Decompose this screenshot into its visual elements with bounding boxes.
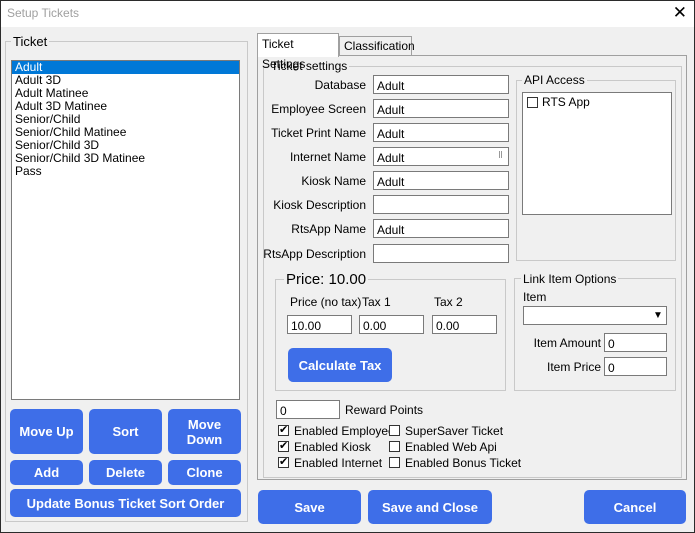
employee-screen-label: Employee Screen [271, 102, 366, 116]
move-down-label-line2: Down [186, 431, 223, 447]
move-up-button[interactable]: Move Up [10, 409, 83, 454]
calculate-tax-button[interactable]: Calculate Tax [288, 348, 392, 382]
database-label: Database [314, 78, 366, 92]
rts-app-label: RTS App [542, 95, 590, 109]
enabled-employee-checkbox[interactable]: ✔ [278, 425, 289, 436]
item-label: Item [523, 290, 547, 304]
tab-classification-label: Classification [344, 39, 415, 53]
save-label: Save [294, 499, 325, 515]
enabled-web-api-checkbox[interactable] [389, 441, 400, 452]
item-price-label: Item Price [546, 360, 601, 374]
tax2-field[interactable]: 0.00 [432, 315, 497, 334]
reward-points-field[interactable]: 0 [276, 400, 340, 419]
price-no-tax-field[interactable]: 10.00 [287, 315, 352, 334]
kiosk-description-label: Kiosk Description [273, 198, 366, 212]
price-no-tax-label: Price (no tax) [290, 295, 362, 309]
sort-button[interactable]: Sort [89, 409, 162, 454]
enabled-web-api-label: Enabled Web Api [405, 440, 497, 454]
link-item-label: Link Item Options [521, 272, 619, 286]
api-access-label: API Access [522, 73, 587, 87]
move-down-button[interactable]: Move Down [168, 409, 241, 454]
close-icon[interactable]: ✕ [673, 4, 687, 22]
save-and-close-label: Save and Close [381, 499, 479, 515]
item-select[interactable]: ▼ [523, 306, 667, 325]
save-and-close-button[interactable]: Save and Close [368, 490, 492, 524]
delete-button[interactable]: Delete [89, 460, 162, 485]
rtsapp-description-field[interactable] [373, 244, 509, 263]
cancel-button[interactable]: Cancel [584, 490, 686, 524]
chevron-down-icon[interactable]: ▼ [651, 308, 665, 324]
tab-ticket-settings[interactable]: Ticket Settings [257, 33, 339, 71]
enabled-kiosk-label: Enabled Kiosk [294, 440, 371, 454]
move-up-label: Move Up [19, 424, 74, 439]
supersaver-label: SuperSaver Ticket [405, 424, 504, 438]
tax1-label: Tax 1 [362, 295, 391, 309]
enabled-internet-checkbox[interactable]: ✔ [278, 457, 289, 468]
enabled-employee-label: Enabled Employee [294, 424, 395, 438]
rts-app-checkbox[interactable] [527, 97, 538, 108]
save-button[interactable]: Save [258, 490, 361, 524]
update-bonus-sort-button[interactable]: Update Bonus Ticket Sort Order [10, 489, 241, 517]
list-item[interactable]: Senior/Child 3D Matinee [12, 152, 239, 165]
supersaver-checkbox[interactable] [389, 425, 400, 436]
kiosk-name-field[interactable]: Adult [373, 171, 509, 190]
enabled-kiosk-checkbox[interactable]: ✔ [278, 441, 289, 452]
list-item[interactable]: Pass [12, 165, 239, 178]
clone-label: Clone [186, 465, 223, 480]
item-price-field[interactable]: 0 [604, 357, 667, 376]
calculate-tax-label: Calculate Tax [298, 357, 382, 373]
update-bonus-label: Update Bonus Ticket Sort Order [26, 495, 225, 511]
rtsapp-name-field[interactable]: Adult [373, 219, 509, 238]
cancel-label: Cancel [613, 499, 657, 515]
add-button[interactable]: Add [10, 460, 83, 485]
tab-classification[interactable]: Classification [339, 36, 415, 55]
grip-icon [499, 151, 502, 158]
enabled-internet-label: Enabled Internet [294, 456, 383, 470]
employee-screen-field[interactable]: Adult [373, 99, 509, 118]
rtsapp-description-label: RtsApp Description [263, 247, 366, 261]
ticket-group-label: Ticket [11, 34, 50, 49]
title-bar: Setup Tickets ✕ [1, 1, 694, 27]
item-amount-label: Item Amount [533, 336, 601, 350]
reward-points-label: Reward Points [345, 403, 424, 417]
ticket-print-name-field[interactable]: Adult [373, 123, 509, 142]
setup-tickets-window: Setup Tickets ✕ Ticket Adult Adult 3D Adul… [0, 0, 695, 533]
clone-button[interactable]: Clone [168, 460, 241, 485]
internet-name-label: Internet Name [289, 150, 366, 164]
price-group-label: Price: 10.00 [284, 271, 369, 288]
add-label: Add [33, 465, 60, 480]
window-title: Setup Tickets [7, 6, 80, 20]
delete-label: Delete [105, 465, 146, 480]
tax2-label: Tax 2 [434, 295, 463, 309]
enabled-bonus-label: Enabled Bonus Ticket [405, 456, 522, 470]
ticket-listbox[interactable]: Adult Adult 3D Adult Matinee Adult 3D Matin… [11, 60, 240, 400]
database-field[interactable]: Adult [373, 75, 509, 94]
tax1-field[interactable]: 0.00 [359, 315, 424, 334]
enabled-bonus-checkbox[interactable] [389, 457, 400, 468]
tab-ticket-settings-label: Ticket Settings [262, 37, 306, 71]
ticket-print-name-label: Ticket Print Name [271, 126, 366, 140]
rtsapp-name-label: RtsApp Name [291, 222, 366, 236]
item-amount-field[interactable]: 0 [604, 333, 667, 352]
kiosk-name-label: Kiosk Name [301, 174, 366, 188]
internet-name-value: Adult [377, 151, 405, 165]
internet-name-field[interactable]: Adult [373, 147, 509, 166]
kiosk-description-field[interactable] [373, 195, 509, 214]
sort-label: Sort [112, 424, 139, 439]
move-down-label-line1: Move [187, 416, 222, 432]
api-access-list[interactable]: RTS App [522, 92, 672, 215]
